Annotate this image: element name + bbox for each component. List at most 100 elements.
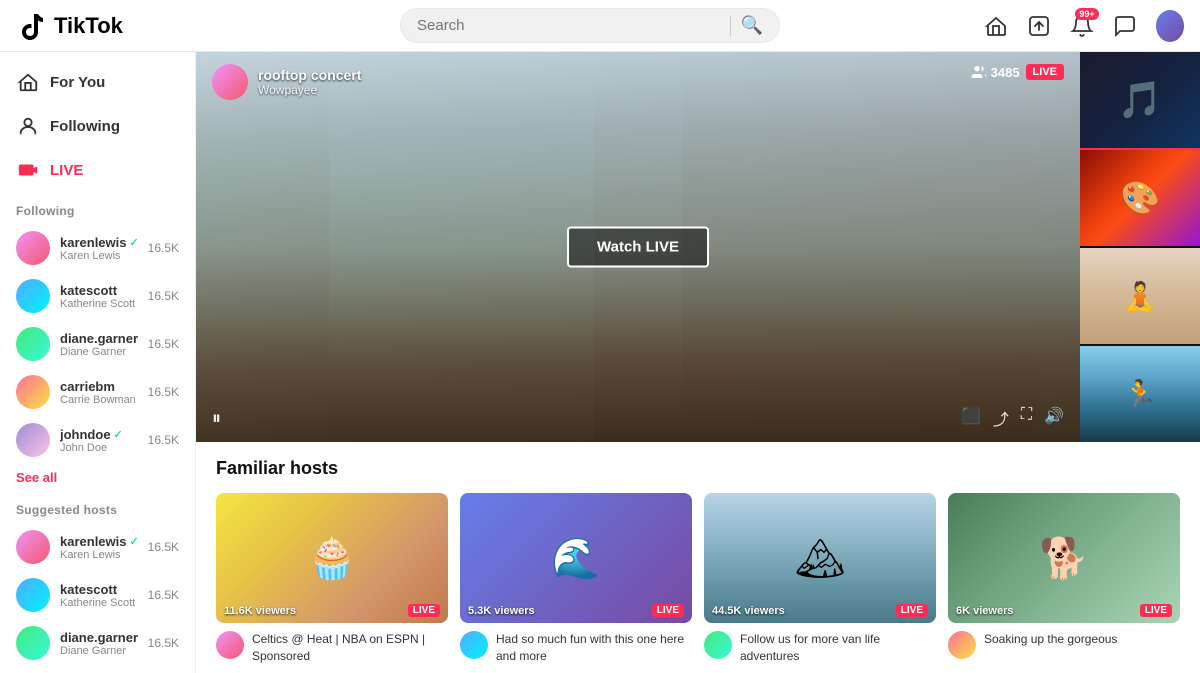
streamer-avatar-img bbox=[212, 64, 248, 100]
following-handle-1: karenlewis ✓ bbox=[60, 235, 138, 250]
avatar-image bbox=[1156, 10, 1184, 42]
suggested-handle-1: karenlewis ✓ bbox=[60, 534, 138, 549]
following-user-3[interactable]: diane.garner ✓ Diane Garner 16.5K bbox=[0, 320, 195, 368]
suggested-user-1[interactable]: karenlewis ✓ Karen Lewis 16.5K bbox=[0, 523, 195, 571]
suggested-name-3: Diane Garner bbox=[60, 645, 138, 657]
messages-button[interactable] bbox=[1113, 12, 1138, 40]
host-live-4: LIVE bbox=[1140, 604, 1172, 617]
following-handle-3: diane.garner ✓ bbox=[60, 331, 138, 346]
pause-button[interactable]: ⏸ bbox=[212, 408, 221, 429]
volume-button[interactable]: 🔊 bbox=[1044, 406, 1064, 430]
suggested-name-2: Katherine Scott bbox=[60, 597, 138, 609]
stream-thumbnails: 🎵 🎨 🧘 🏃 bbox=[1080, 52, 1200, 442]
main-video-player[interactable]: rooftop concert Wowpayee 3485 LIVE Wa bbox=[196, 52, 1080, 442]
suggested-user-4[interactable]: carriebm Carrie Bowman 16.5K bbox=[0, 667, 195, 673]
host-live-1: LIVE bbox=[408, 604, 440, 617]
following-name-5: John Doe bbox=[60, 442, 138, 454]
following-user-1[interactable]: karenlewis ✓ Karen Lewis 16.5K bbox=[0, 224, 195, 272]
stream-info-overlay: rooftop concert Wowpayee bbox=[212, 64, 361, 100]
suggested-avatar-2 bbox=[16, 578, 50, 612]
host-card-4[interactable]: 🐕 6K viewers LIVE Soaking up the gorgeou… bbox=[948, 493, 1180, 665]
home-nav-icon bbox=[16, 70, 40, 94]
share-button[interactable]: ⤴ bbox=[993, 406, 1009, 430]
host-card-1[interactable]: 🧁 11.6K viewers LIVE Celtics @ Heat | NB… bbox=[216, 493, 448, 665]
suggested-count-1: 16.5K bbox=[148, 540, 179, 554]
host-viewers-2: 5.3K viewers bbox=[468, 605, 535, 617]
host-grid: 🧁 11.6K viewers LIVE Celtics @ Heat | NB… bbox=[216, 493, 1180, 665]
following-name-1: Karen Lewis bbox=[60, 250, 138, 262]
screen-record-button[interactable]: ⬛ bbox=[961, 406, 981, 430]
host-card-3[interactable]: 🏔 44.5K viewers LIVE Follow us for more … bbox=[704, 493, 936, 665]
messages-icon bbox=[1113, 14, 1137, 38]
following-info-5: johndoe ✓ John Doe bbox=[60, 427, 138, 454]
sidebar-item-following[interactable]: Following bbox=[0, 104, 195, 148]
search-bar[interactable]: 🔍 bbox=[400, 8, 780, 43]
following-user-5[interactable]: johndoe ✓ John Doe 16.5K bbox=[0, 416, 195, 464]
host-viewers-1: 11.6K viewers bbox=[224, 605, 296, 617]
suggested-count-3: 16.5K bbox=[148, 636, 179, 650]
search-divider bbox=[730, 16, 731, 36]
stream-details: rooftop concert Wowpayee bbox=[258, 67, 361, 97]
following-count-5: 16.5K bbox=[148, 433, 179, 447]
upload-button[interactable] bbox=[1027, 12, 1052, 40]
host-live-3: LIVE bbox=[896, 604, 928, 617]
following-info-4: carriebm Carrie Bowman bbox=[60, 379, 138, 406]
watch-live-button[interactable]: Watch LIVE bbox=[567, 227, 709, 268]
suggested-count-2: 16.5K bbox=[148, 588, 179, 602]
suggested-user-3[interactable]: diane.garner ✓ Diane Garner 16.5K bbox=[0, 619, 195, 667]
host-avatar-1 bbox=[216, 631, 244, 659]
suggested-avatar-3 bbox=[16, 626, 50, 660]
following-count-3: 16.5K bbox=[148, 337, 179, 351]
suggested-handle-3: diane.garner ✓ bbox=[60, 630, 138, 645]
suggested-avatar-1 bbox=[16, 530, 50, 564]
following-user-4[interactable]: carriebm Carrie Bowman 16.5K bbox=[0, 368, 195, 416]
host-info-2: Had so much fun with this one here and m… bbox=[460, 631, 692, 665]
live-nav-icon bbox=[16, 158, 40, 182]
host-thumb-3: 🏔 44.5K viewers LIVE bbox=[704, 493, 936, 623]
host-info-1: Celtics @ Heat | NBA on ESPN | Sponsored bbox=[216, 631, 448, 665]
host-desc-3: Follow us for more van life adventures bbox=[740, 631, 936, 665]
header-actions: 99+ bbox=[984, 10, 1184, 42]
viewer-count-area: 3485 LIVE bbox=[971, 64, 1064, 80]
thumbnail-4[interactable]: 🏃 bbox=[1080, 346, 1200, 442]
suggested-user-2[interactable]: katescott Katherine Scott 16.5K bbox=[0, 571, 195, 619]
fullscreen-button[interactable]: ⛶ bbox=[1021, 406, 1032, 430]
stream-username: Wowpayee bbox=[258, 83, 361, 97]
main-layout: For You Following LIVE Following bbox=[0, 52, 1200, 673]
following-avatar-1 bbox=[16, 231, 50, 265]
sidebar-item-live[interactable]: LIVE bbox=[0, 148, 195, 192]
following-info-2: katescott Katherine Scott bbox=[60, 283, 138, 310]
suggested-info-1: karenlewis ✓ Karen Lewis bbox=[60, 534, 138, 561]
see-all-button[interactable]: See all bbox=[0, 464, 195, 491]
following-name-2: Katherine Scott bbox=[60, 298, 138, 310]
following-avatar-3 bbox=[16, 327, 50, 361]
search-input[interactable] bbox=[417, 17, 720, 34]
verified-icon-5: ✓ bbox=[114, 428, 123, 441]
search-area: 🔍 bbox=[196, 8, 984, 43]
host-card-2[interactable]: 🌊 5.3K viewers LIVE Had so much fun with… bbox=[460, 493, 692, 665]
thumbnail-1[interactable]: 🎵 bbox=[1080, 52, 1200, 148]
following-count-4: 16.5K bbox=[148, 385, 179, 399]
host-thumb-4: 🐕 6K viewers LIVE bbox=[948, 493, 1180, 623]
user-avatar[interactable] bbox=[1156, 10, 1184, 42]
following-count-1: 16.5K bbox=[148, 241, 179, 255]
host-desc-1: Celtics @ Heat | NBA on ESPN | Sponsored bbox=[252, 631, 448, 665]
home-icon bbox=[984, 14, 1008, 38]
following-section-title: Following bbox=[0, 192, 195, 224]
following-avatar-5 bbox=[16, 423, 50, 457]
notifications-button[interactable]: 99+ bbox=[1070, 12, 1095, 40]
following-info-1: karenlewis ✓ Karen Lewis bbox=[60, 235, 138, 262]
home-button[interactable] bbox=[984, 12, 1009, 40]
host-desc-4: Soaking up the gorgeous bbox=[984, 631, 1117, 648]
host-live-2: LIVE bbox=[652, 604, 684, 617]
sidebar-item-for-you[interactable]: For You bbox=[0, 60, 195, 104]
following-user-2[interactable]: katescott Katherine Scott 16.5K bbox=[0, 272, 195, 320]
search-icon[interactable]: 🔍 bbox=[741, 15, 763, 36]
sug-verified-1: ✓ bbox=[130, 535, 138, 548]
host-avatar-2 bbox=[460, 631, 488, 659]
thumbnail-2[interactable]: 🎨 bbox=[1080, 150, 1200, 246]
familiar-hosts-heading: Familiar hosts bbox=[216, 458, 1180, 479]
streamer-avatar bbox=[212, 64, 248, 100]
thumbnail-3[interactable]: 🧘 bbox=[1080, 248, 1200, 344]
following-name-3: Diane Garner bbox=[60, 346, 138, 358]
